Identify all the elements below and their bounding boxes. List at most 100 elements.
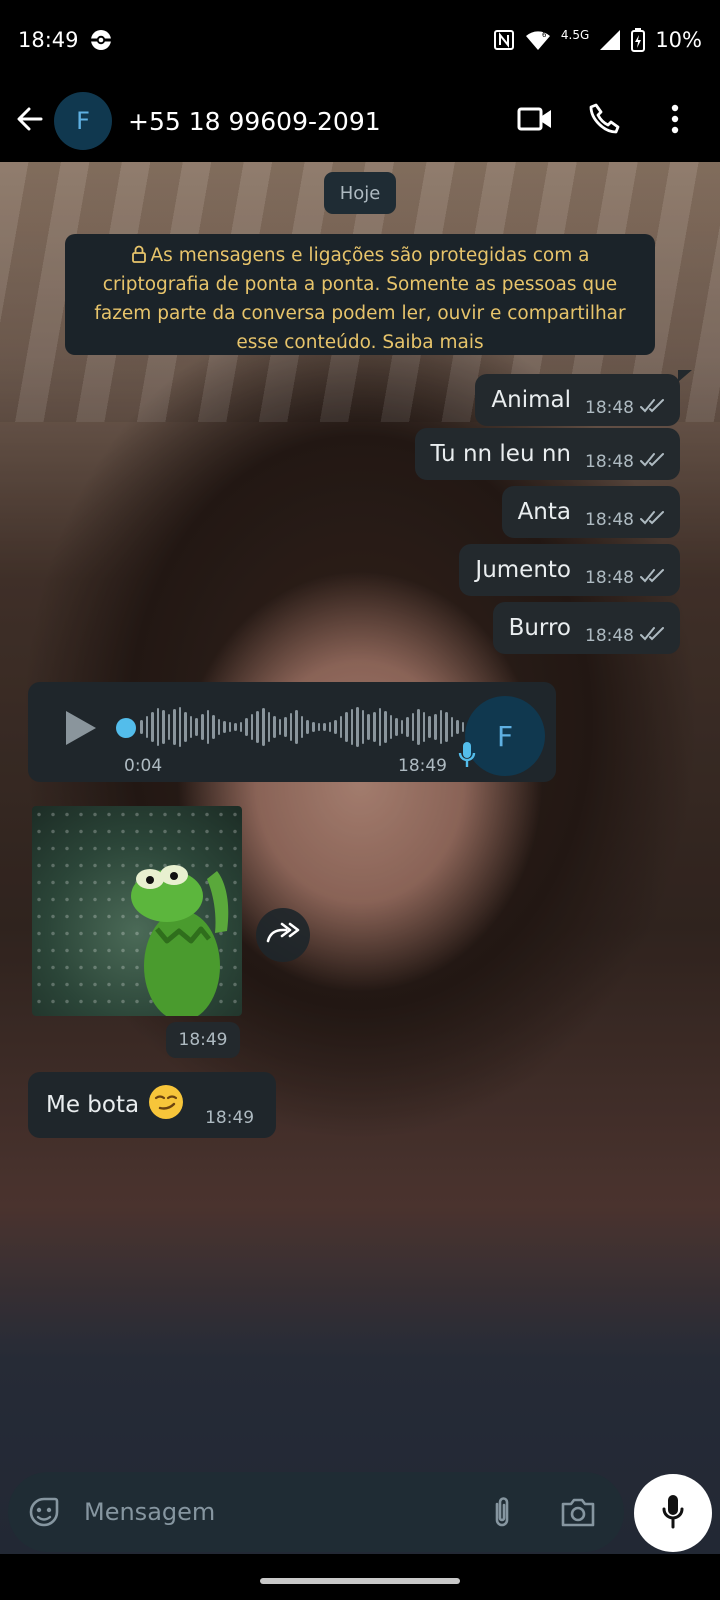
waveform-bar [162, 710, 165, 744]
waveform-bar [450, 717, 454, 737]
double-check-icon [640, 394, 666, 420]
system-nav-bar [0, 1554, 720, 1600]
waveform-bar [178, 707, 182, 747]
message-text: Me bota [46, 1092, 140, 1118]
message-time: 18:49 [398, 756, 447, 776]
waveform-bar [300, 716, 304, 738]
incoming-message[interactable]: Me bota 18:49 [28, 1072, 276, 1138]
attach-icon [495, 1497, 509, 1527]
message-time: 18:48 [585, 568, 634, 588]
wifi-icon: 6 [525, 29, 551, 51]
outgoing-message[interactable]: Burro 18:48 [492, 602, 680, 654]
waveform-bar [262, 708, 265, 746]
waveform-bar [328, 722, 332, 732]
forward-button[interactable] [256, 908, 310, 962]
signal-digit: 6 [542, 31, 547, 39]
double-check-icon [640, 448, 666, 474]
encryption-notice[interactable]: As mensagens e ligações são protegidas c… [65, 234, 655, 355]
waveform-bar [389, 715, 393, 739]
video-call-icon [517, 106, 553, 136]
waveform-bar [384, 711, 387, 743]
camera-button[interactable] [548, 1482, 608, 1542]
waveform-bar [417, 709, 420, 745]
message-time: 18:48 [585, 626, 634, 646]
voice-waveform[interactable] [140, 706, 470, 748]
waveform-bar [278, 719, 282, 735]
forward-icon [266, 921, 300, 949]
kermit-sticker-figure [131, 865, 229, 1016]
waveform-bar [173, 709, 176, 745]
back-arrow-icon [15, 104, 45, 138]
waveform-bar [395, 718, 398, 736]
waveform-bar [151, 712, 154, 742]
status-bar: 18:49 6 4.5G 10% [0, 0, 720, 80]
waveform-bar [356, 707, 359, 747]
waveform-bar [317, 723, 321, 731]
signal-icon [599, 29, 621, 51]
waveform-bar [411, 713, 415, 741]
sticker-time: 18:49 [166, 1022, 240, 1058]
voice-message[interactable]: 0:04 18:49 F [28, 682, 556, 782]
waveform-bar [461, 722, 465, 732]
video-call-button[interactable] [500, 91, 570, 151]
voice-call-button[interactable] [570, 91, 640, 151]
sticker-button[interactable] [24, 1482, 64, 1542]
outgoing-message[interactable]: Animal 18:48 [475, 374, 680, 426]
mic-icon [458, 740, 476, 774]
status-time: 18:49 [18, 28, 79, 52]
play-button[interactable] [62, 708, 98, 752]
waveform-bar [311, 722, 315, 732]
waveform-bar [184, 712, 187, 742]
chat-area[interactable]: Hoje As mensagens e ligações são protegi… [0, 162, 720, 1554]
chat-header: F +55 18 99609-2091 [0, 80, 720, 162]
waveform-bar [372, 712, 376, 742]
waveform-bar [456, 720, 459, 734]
waveform-bar [239, 722, 243, 732]
attach-button[interactable] [472, 1482, 532, 1542]
record-voice-button[interactable] [634, 1474, 712, 1552]
smirk-emoji [147, 1083, 185, 1127]
contact-avatar[interactable]: F [54, 92, 112, 150]
waveform-bar [284, 717, 287, 737]
sticker-image[interactable] [32, 806, 242, 1016]
waveform-bar [433, 714, 437, 740]
waveform-bar [256, 711, 260, 743]
message-text: Tu nn leu nn [430, 441, 572, 467]
message-input[interactable]: Mensagem [84, 1498, 472, 1526]
message-time: 18:48 [585, 398, 634, 418]
battery-level: 10% [655, 28, 702, 52]
date-chip: Hoje [324, 172, 396, 214]
outgoing-message[interactable]: Tu nn leu nn 18:48 [414, 428, 680, 480]
contact-name[interactable]: +55 18 99609-2091 [128, 107, 500, 136]
waveform-bar [323, 723, 326, 731]
waveform-bar [306, 720, 309, 734]
waveform-bar [167, 714, 171, 740]
waveform-bar [189, 716, 193, 738]
mic-icon [661, 1493, 685, 1533]
waveform-bar [350, 709, 354, 745]
message-input-bar[interactable]: Mensagem [8, 1472, 624, 1552]
network-type: 4.5G [560, 28, 590, 42]
double-check-icon [640, 622, 666, 648]
waveform-bar [339, 716, 343, 738]
waveform-bar [445, 712, 448, 742]
message-text: Burro [508, 615, 571, 641]
message-text: Animal [491, 387, 571, 413]
waveform-bar [367, 714, 370, 740]
more-options-button[interactable] [640, 91, 710, 151]
waveform-bar [439, 710, 443, 744]
outgoing-message[interactable]: Jumento 18:48 [459, 544, 680, 596]
waveform-bar [267, 712, 271, 742]
waveform-bar [156, 708, 160, 746]
double-check-icon [640, 564, 666, 590]
voice-duration: 0:04 [124, 756, 163, 776]
message-time: 18:48 [585, 510, 634, 530]
waveform-bar [234, 723, 237, 731]
home-gesture-pill[interactable] [260, 1578, 460, 1584]
playback-slider-thumb[interactable] [116, 718, 136, 738]
waveform-bar [406, 717, 409, 737]
waveform-bar [206, 710, 210, 744]
nfc-icon [493, 29, 515, 51]
back-button[interactable] [10, 96, 50, 146]
outgoing-message[interactable]: Anta 18:48 [501, 486, 680, 538]
